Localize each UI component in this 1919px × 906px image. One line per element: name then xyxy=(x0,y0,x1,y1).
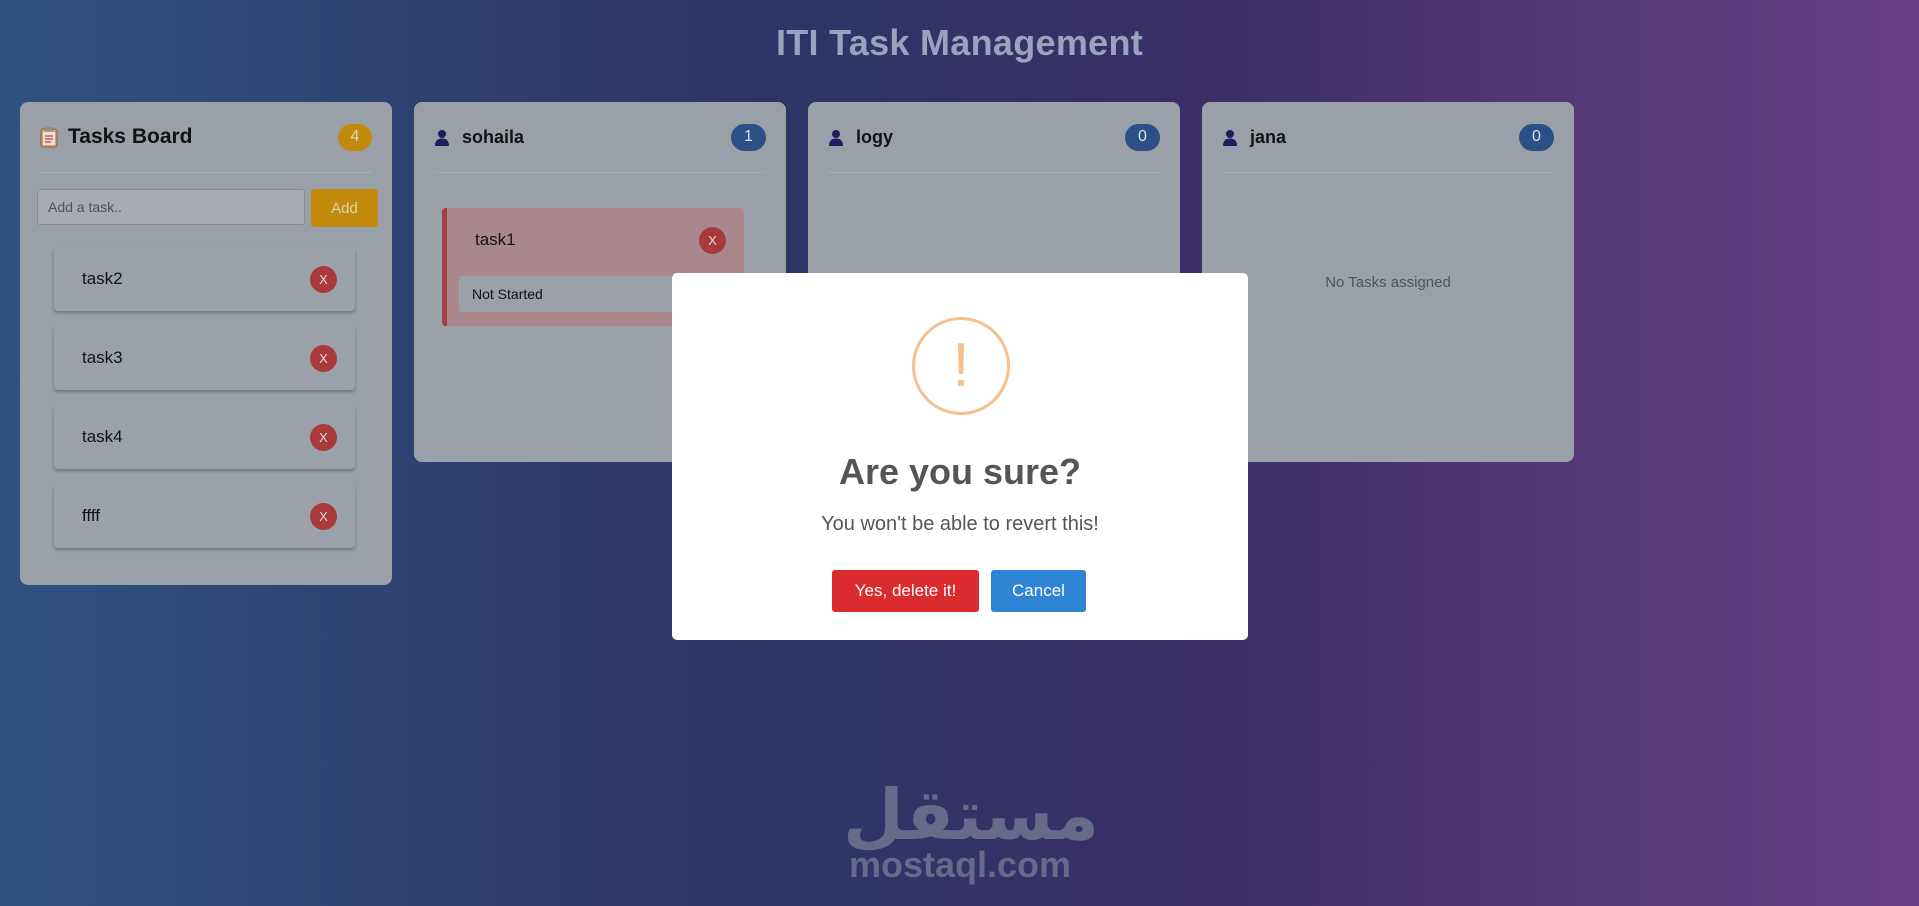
task-card[interactable]: task2 X xyxy=(54,247,355,311)
watermark-arabic: مستقل xyxy=(843,774,1100,856)
tasks-board-header: Tasks Board 4 xyxy=(40,102,372,173)
delete-task-button[interactable]: X xyxy=(699,227,726,254)
task-name: task1 xyxy=(475,230,516,249)
page-title: ITI Task Management xyxy=(775,22,1144,63)
tasks-board-title: Tasks Board xyxy=(68,125,193,148)
user-icon xyxy=(1222,129,1242,146)
delete-task-button[interactable]: X xyxy=(310,265,337,293)
add-task-button[interactable]: Add xyxy=(311,189,378,227)
add-task-input[interactable] xyxy=(37,189,305,225)
empty-tasks-message: No Tasks assigned xyxy=(1325,274,1451,291)
task-card[interactable]: task4 X xyxy=(54,405,355,469)
user-icon xyxy=(434,129,454,146)
task-card[interactable]: task3 X xyxy=(54,326,355,390)
add-task-row: Add xyxy=(37,189,378,227)
delete-task-button[interactable]: X xyxy=(310,344,337,372)
task-name: task2 xyxy=(82,269,123,288)
cancel-button[interactable]: Cancel xyxy=(991,570,1086,612)
confirm-dialog: ! Are you sure? You won't be able to rev… xyxy=(672,273,1248,640)
user-count-badge: 0 xyxy=(1125,123,1160,151)
warning-icon: ! xyxy=(912,317,1010,415)
user-column-header: logy 0 xyxy=(828,102,1160,173)
task-list: task2 X task3 X task4 X ffff X xyxy=(54,247,355,563)
user-name: logy xyxy=(856,126,894,147)
user-column-header: sohaila 1 xyxy=(434,102,766,173)
task-name: task4 xyxy=(82,427,123,446)
user-name: sohaila xyxy=(462,126,525,147)
user-count-badge: 0 xyxy=(1519,123,1554,151)
user-count-badge: 1 xyxy=(731,123,766,151)
watermark-logo: مستقل mostaql.com xyxy=(843,774,1100,885)
user-name: jana xyxy=(1250,126,1287,147)
task-card[interactable]: ffff X xyxy=(54,484,355,548)
user-column-header: jana 0 xyxy=(1222,102,1554,173)
tasks-count-badge: 4 xyxy=(338,123,372,151)
task-name: task3 xyxy=(82,348,123,367)
task-status-select[interactable]: Not Started xyxy=(459,276,689,312)
dialog-title: Are you sure? xyxy=(838,451,1082,492)
user-icon xyxy=(828,129,848,146)
watermark-url: mostaql.com xyxy=(848,844,1072,885)
confirm-delete-button[interactable]: Yes, delete it! xyxy=(832,570,979,612)
delete-task-button[interactable]: X xyxy=(310,502,337,530)
user-column-jana[interactable]: jana 0 No Tasks assigned xyxy=(1202,102,1574,462)
delete-task-button[interactable]: X xyxy=(310,423,337,451)
tasks-board: Tasks Board 4 Add task2 X task3 X task4 … xyxy=(20,102,392,585)
dialog-text: You won't be able to revert this! xyxy=(821,513,1099,535)
clipboard-icon xyxy=(40,126,60,148)
task-name: ffff xyxy=(82,506,100,525)
